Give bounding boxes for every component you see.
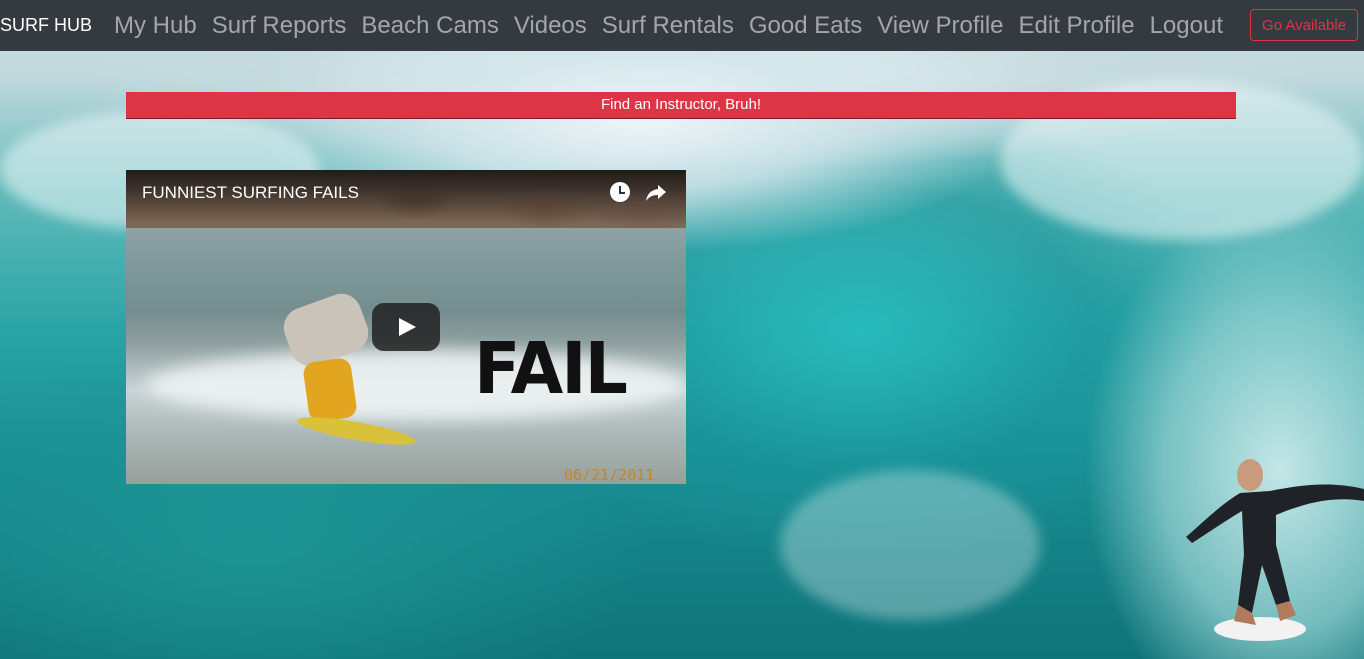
brand-logo[interactable]: SURF HUB <box>0 15 92 36</box>
surfer-image <box>1186 459 1364 641</box>
top-navbar: SURF HUB My Hub Surf Reports Beach Cams … <box>0 0 1364 51</box>
video-thumbnail-surfer <box>302 356 358 424</box>
video-date-stamp: 06/21/2011 <box>564 466 655 484</box>
find-instructor-button[interactable]: Find an Instructor, Bruh! <box>126 92 1236 118</box>
go-available-button[interactable]: Go Available <box>1250 9 1358 41</box>
foam-lower <box>780 470 1040 620</box>
share-icon[interactable] <box>644 180 668 204</box>
nav-link-surf-rentals[interactable]: Surf Rentals <box>602 12 734 40</box>
video-embed[interactable]: FAIL 06/21/2011 FUNNIEST SURFING FAILS <box>126 170 686 484</box>
play-icon[interactable] <box>372 303 440 351</box>
nav-link-view-profile[interactable]: View Profile <box>877 12 1003 40</box>
nav-link-good-eats[interactable]: Good Eats <box>749 12 862 40</box>
nav-link-beach-cams[interactable]: Beach Cams <box>361 12 498 40</box>
nav-link-edit-profile[interactable]: Edit Profile <box>1019 12 1135 40</box>
nav-link-videos[interactable]: Videos <box>514 12 587 40</box>
nav-link-surf-reports[interactable]: Surf Reports <box>212 12 347 40</box>
fail-overlay-text: FAIL <box>474 328 628 411</box>
clock-icon[interactable] <box>610 182 630 202</box>
video-title[interactable]: FUNNIEST SURFING FAILS <box>142 183 359 203</box>
nav-link-my-hub[interactable]: My Hub <box>114 12 197 40</box>
nav-links: My Hub Surf Reports Beach Cams Videos Su… <box>114 12 1238 40</box>
nav-link-logout[interactable]: Logout <box>1150 12 1223 40</box>
